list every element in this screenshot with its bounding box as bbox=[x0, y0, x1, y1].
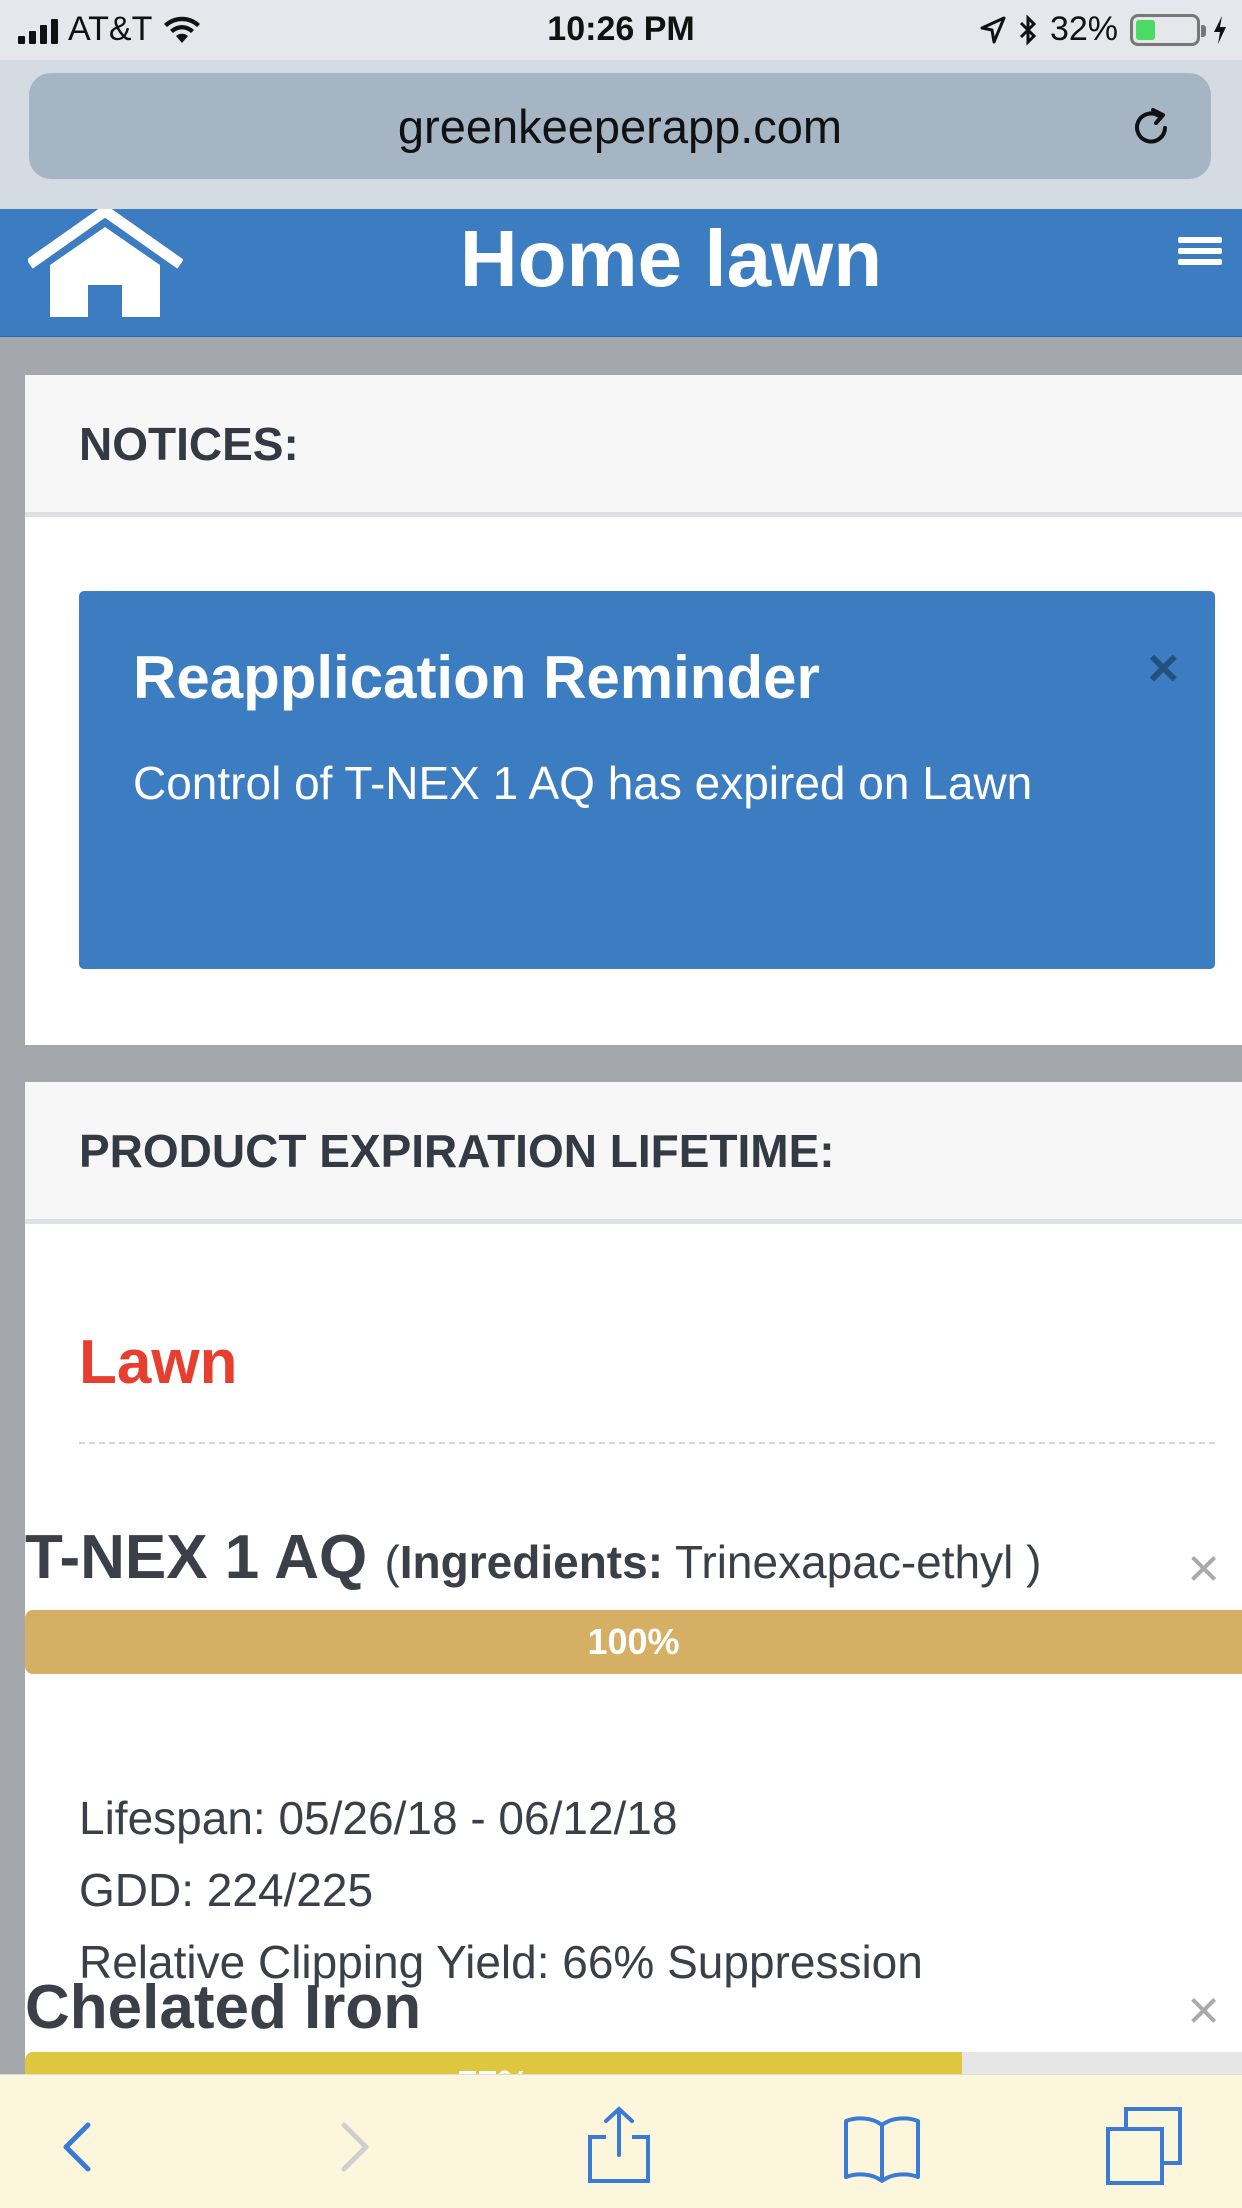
product-name: Chelated Iron bbox=[25, 1973, 422, 2042]
product-name: T-NEX 1 AQ bbox=[25, 1523, 368, 1592]
notices-panel: NOTICES: Reapplication Reminder Control … bbox=[25, 375, 1242, 1045]
back-icon[interactable] bbox=[44, 2105, 114, 2185]
page-title: Home lawn bbox=[459, 214, 883, 303]
browser-toolbar bbox=[0, 2074, 1242, 2208]
charging-icon bbox=[1214, 15, 1226, 44]
lifetime-panel: PRODUCT EXPIRATION LIFETIME: Lawn T-NEX … bbox=[25, 1082, 1242, 2208]
progress-bar: 100% bbox=[25, 1610, 1242, 1674]
ingredients-label: Ingredients: bbox=[399, 1536, 664, 1588]
group-title: Lawn bbox=[79, 1328, 238, 1397]
lifespan-text: Lifespan: 05/26/18 - 06/12/18 bbox=[79, 1792, 678, 1844]
product-title: Chelated Iron bbox=[25, 1972, 421, 2043]
progress-label: 100% bbox=[587, 1621, 680, 1662]
product-details: Lifespan: 05/26/18 - 06/12/18 GDD: 224/2… bbox=[79, 1782, 923, 1998]
share-icon[interactable] bbox=[584, 2105, 654, 2185]
alert-body: Control of T-NEX 1 AQ has expired on Law… bbox=[133, 757, 1033, 809]
progress-fill: 100% bbox=[25, 1610, 1242, 1674]
reload-icon[interactable] bbox=[1129, 106, 1173, 150]
app-header: Home lawn bbox=[0, 209, 1242, 337]
lifetime-heading: PRODUCT EXPIRATION LIFETIME: bbox=[25, 1082, 1242, 1224]
reapplication-alert: Reapplication Reminder Control of T-NEX … bbox=[79, 591, 1215, 969]
ingredients-value: Trinexapac-ethyl bbox=[674, 1536, 1014, 1588]
tabs-icon[interactable] bbox=[1104, 2105, 1184, 2185]
notices-heading: NOTICES: bbox=[25, 375, 1242, 517]
divider bbox=[79, 1442, 1215, 1444]
location-icon bbox=[980, 16, 1006, 43]
remove-product-icon[interactable]: × bbox=[1187, 1982, 1220, 2038]
forward-icon[interactable] bbox=[318, 2105, 388, 2185]
product-title: T-NEX 1 AQ (Ingredients: Trinexapac-ethy… bbox=[25, 1523, 1042, 1592]
browser-chrome: greenkeeperapp.com bbox=[0, 60, 1242, 209]
bookmarks-icon[interactable] bbox=[842, 2105, 922, 2185]
remove-product-icon[interactable]: × bbox=[1187, 1540, 1220, 1596]
bluetooth-icon bbox=[1019, 13, 1037, 46]
hamburger-menu-icon[interactable] bbox=[1178, 229, 1222, 273]
battery-percent: 32% bbox=[1049, 10, 1118, 48]
gdd-text: GDD: 224/225 bbox=[79, 1864, 374, 1916]
alert-title: Reapplication Reminder bbox=[133, 644, 820, 711]
url-text: greenkeeperapp.com bbox=[397, 99, 843, 153]
close-icon[interactable]: × bbox=[1147, 641, 1179, 695]
status-bar: AT&T 10:26 PM 32% bbox=[0, 0, 1242, 60]
address-bar[interactable]: greenkeeperapp.com bbox=[29, 73, 1211, 179]
battery-icon bbox=[1130, 13, 1206, 46]
